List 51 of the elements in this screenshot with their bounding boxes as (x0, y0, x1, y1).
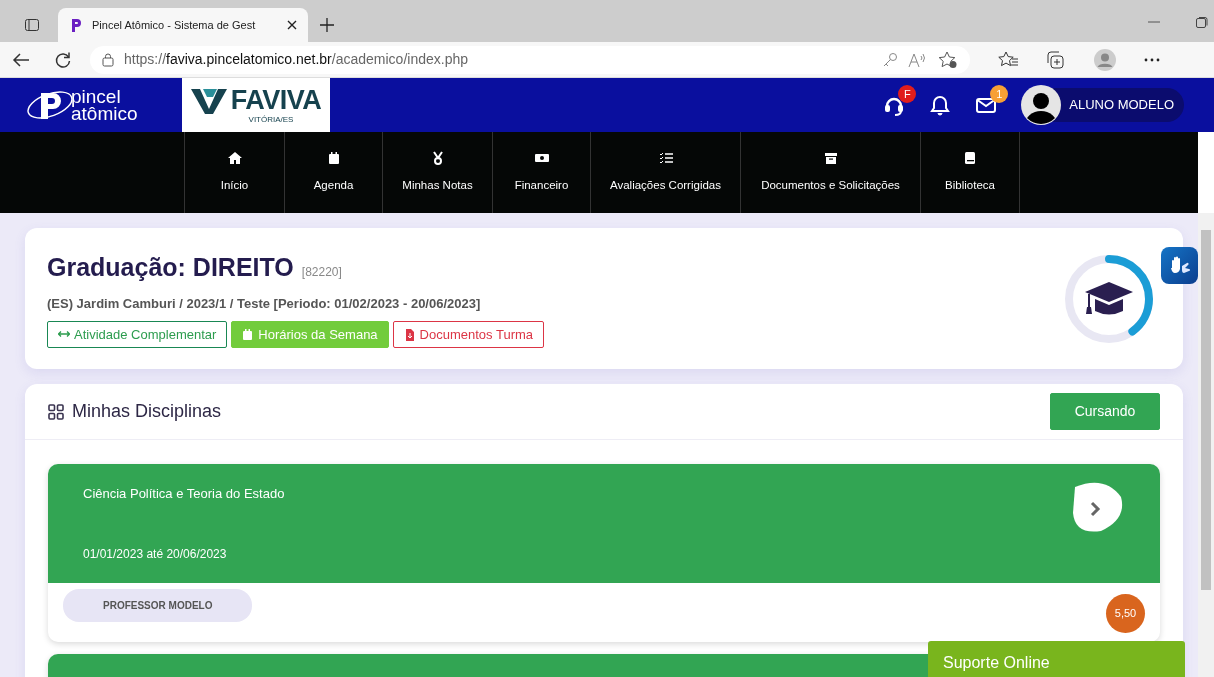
avatar-silhouette-icon (1021, 85, 1062, 125)
calendar-icon (242, 328, 255, 341)
discipline-card[interactable]: Ciência Política e Teoria do Estado 01/01/2023 até 20/06/2023 PROFESSOR MODELO 5,50 (48, 464, 1160, 642)
course-code: [82220] (301, 263, 342, 281)
v-logo-icon (190, 86, 227, 115)
professor-tag: PROFESSOR MODELO (63, 589, 253, 622)
new-tab-icon[interactable] (320, 18, 334, 32)
medal-icon (430, 150, 445, 165)
graduation-cap-icon (1085, 281, 1133, 314)
tab-title: Pincel Atômico - Sistema de Gest (92, 17, 256, 33)
scrollbar[interactable] (1198, 213, 1214, 677)
reload-icon[interactable] (54, 50, 72, 69)
calendar-icon (326, 150, 341, 165)
tab-actions-icon[interactable] (24, 17, 40, 33)
file-icon (403, 328, 416, 341)
notifications-button[interactable] (929, 94, 952, 116)
course-title: Graduação: DIREITO (47, 251, 294, 283)
brand-name: pincel atômico (71, 88, 138, 122)
notification-badge: F (898, 85, 917, 103)
course-action-button[interactable]: Atividade Complementar (47, 320, 228, 349)
notification-badge: 1 (990, 85, 1009, 103)
accessibility-button[interactable] (1161, 247, 1198, 284)
checklist-icon (658, 150, 673, 165)
panel-title: Minhas Disciplinas (72, 400, 222, 423)
back-icon[interactable] (12, 51, 30, 68)
notifications-icon (929, 94, 952, 116)
key-icon[interactable] (882, 51, 898, 68)
partner-location: VITÓRIA/ES (248, 115, 294, 124)
discipline-period: 01/01/2023 até 20/06/2023 (83, 546, 228, 563)
favorites-icon[interactable] (998, 50, 1018, 69)
archive-icon (823, 150, 838, 165)
address-bar[interactable]: https://faviva.pincelatomico.net.br/academico/index.php (90, 45, 970, 74)
read-aloud-icon[interactable] (908, 51, 928, 68)
course-action-button[interactable]: Documentos Turma (392, 320, 545, 349)
close-icon[interactable] (286, 19, 298, 31)
more-icon[interactable] (1144, 57, 1160, 62)
discipline-name: Ciência Política e Teoria do Estado (83, 485, 285, 503)
browser-tab[interactable]: Pincel Atômico - Sistema de Gest (58, 8, 308, 42)
grade-badge: 5,50 (1106, 594, 1145, 633)
lock-icon (102, 52, 114, 67)
collections-icon[interactable] (1046, 50, 1066, 69)
url-text: https://faviva.pincelatomico.net.br/academico/index.php (124, 50, 469, 69)
profile-avatar-icon[interactable] (1094, 48, 1116, 71)
grid-icon (48, 403, 64, 420)
star-add-icon[interactable] (938, 50, 958, 69)
home-icon (227, 150, 242, 165)
book-icon (963, 150, 977, 165)
hands-icon (1168, 255, 1191, 276)
restore-icon[interactable] (1196, 16, 1208, 28)
course-details: (ES) Jardim Camburi / 2023/1 / Teste [Periodo: 01/02/2023 - 20/06/2023] (47, 295, 482, 314)
partner-name: FAVIVA (230, 87, 322, 114)
